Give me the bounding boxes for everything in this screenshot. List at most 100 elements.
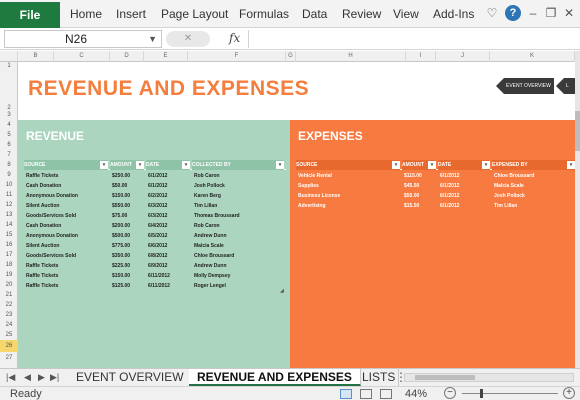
insert-function-button[interactable]: fx <box>229 31 240 45</box>
tab-data[interactable]: Data <box>302 7 327 21</box>
chevron-down-icon[interactable]: ▼ <box>148 31 157 47</box>
table-cell[interactable]: 6/1/2012 <box>148 171 167 181</box>
prev-sheet-icon[interactable]: ◀ <box>24 372 31 383</box>
row-header[interactable]: 9 <box>0 170 18 180</box>
restore-window-icon[interactable]: ❐ <box>543 5 559 21</box>
table-cell[interactable]: Roger Lengel <box>194 281 226 291</box>
table-cell[interactable]: Anonymous Donation <box>26 231 78 241</box>
filter-dropdown-icon[interactable]: ▾ <box>276 161 284 169</box>
header-amount[interactable]: AMOUNT ▾ <box>110 160 144 170</box>
table-cell[interactable]: $200.00 <box>112 221 130 231</box>
worksheet[interactable]: REVENUE AND EXPENSES EVENT OVERVIEW L RE… <box>18 62 575 368</box>
header-date[interactable]: DATE ▾ <box>438 160 490 170</box>
tab-view[interactable]: View <box>393 7 419 21</box>
table-cell[interactable]: $75.00 <box>112 211 127 221</box>
file-tab[interactable]: File <box>0 2 60 28</box>
table-cell[interactable]: Silent Auction <box>26 201 59 211</box>
header-expensed-by[interactable]: EXPENSED BY ▾ <box>492 160 575 170</box>
page-layout-view-icon[interactable] <box>360 389 372 399</box>
column-header[interactable]: J <box>436 51 490 62</box>
row-header[interactable]: 10 <box>0 180 18 190</box>
table-cell[interactable]: Andrew Dunn <box>194 231 227 241</box>
table-cell[interactable]: $150.00 <box>112 191 130 201</box>
table-cell[interactable]: Goods/Services Sold <box>26 211 76 221</box>
table-cell[interactable]: Raffle Tickets <box>26 271 58 281</box>
zoom-level[interactable]: 44% <box>405 388 427 400</box>
row-header[interactable]: 23 <box>0 310 18 320</box>
page-break-view-icon[interactable] <box>380 389 392 399</box>
vertical-scrollbar[interactable] <box>575 51 580 368</box>
tab-home[interactable]: Home <box>70 7 102 21</box>
table-cell[interactable]: Goods/Services Sold <box>26 251 76 261</box>
table-cell[interactable]: 6/8/2012 <box>148 251 167 261</box>
row-header[interactable]: 21 <box>0 290 18 300</box>
table-cell[interactable]: Anonymous Donation <box>26 191 78 201</box>
column-header[interactable]: K <box>490 51 575 62</box>
help-icon[interactable]: ? <box>505 5 521 21</box>
table-cell[interactable]: Chloe Broussard <box>194 251 234 261</box>
table-cell[interactable]: $50.00 <box>404 191 419 201</box>
table-cell[interactable]: 6/4/2012 <box>148 221 167 231</box>
table-cell[interactable]: Josh Pollock <box>194 181 225 191</box>
sheet-tab-event-overview[interactable]: EVENT OVERVIEW <box>68 369 193 386</box>
last-sheet-icon[interactable]: ▶| <box>50 372 59 383</box>
column-header[interactable]: D <box>110 51 144 62</box>
filter-dropdown-icon[interactable]: ▾ <box>567 161 575 169</box>
table-cell[interactable]: $45.50 <box>404 181 419 191</box>
filter-dropdown-icon[interactable]: ▾ <box>100 161 108 169</box>
tab-add-ins[interactable]: Add-Ins <box>433 7 474 21</box>
vertical-scroll-thumb[interactable] <box>575 111 580 151</box>
formula-input[interactable] <box>248 30 574 48</box>
table-cell[interactable]: 6/2/2012 <box>148 191 167 201</box>
row-header[interactable]: 27 <box>0 352 18 364</box>
table-cell[interactable]: Raffle Tickets <box>26 171 58 181</box>
row-header[interactable]: 14 <box>0 220 18 230</box>
tab-formulas[interactable]: Formulas <box>239 7 289 21</box>
table-cell[interactable]: 6/1/2012 <box>440 181 459 191</box>
row-header[interactable]: 12 <box>0 200 18 210</box>
table-cell[interactable]: 6/6/2012 <box>148 241 167 251</box>
table-cell[interactable]: Malcia Scale <box>194 241 224 251</box>
table-cell[interactable]: Silent Auction <box>26 241 59 251</box>
table-cell[interactable]: Tim Lillan <box>194 201 217 211</box>
table-cell[interactable]: $15.50 <box>404 201 419 211</box>
table-cell[interactable]: Supplies <box>298 181 319 191</box>
horizontal-scroll-thumb[interactable] <box>415 375 475 380</box>
table-cell[interactable]: Malcia Scale <box>494 181 524 191</box>
row-header[interactable]: 18 <box>0 260 18 270</box>
row-header[interactable]: 13 <box>0 210 18 220</box>
table-cell[interactable]: 6/3/2012 <box>148 201 167 211</box>
horizontal-scrollbar[interactable] <box>404 373 574 382</box>
table-cell[interactable]: $225.00 <box>112 261 130 271</box>
table-cell[interactable]: Tim Lillan <box>494 201 517 211</box>
table-cell[interactable]: Raffle Tickets <box>26 261 58 271</box>
filter-dropdown-icon[interactable]: ▾ <box>428 161 436 169</box>
row-header[interactable]: 22 <box>0 300 18 310</box>
row-header[interactable]: 25 <box>0 330 18 340</box>
table-cell[interactable]: Andrew Dunn <box>194 261 227 271</box>
select-all-corner[interactable] <box>0 51 18 62</box>
table-cell[interactable]: 6/1/2012 <box>440 201 459 211</box>
row-header[interactable]: 15 <box>0 230 18 240</box>
table-cell[interactable]: $250.00 <box>112 171 130 181</box>
table-cell[interactable]: $350.00 <box>112 251 130 261</box>
table-cell[interactable]: Chloe Broussard <box>494 171 534 181</box>
minimize-window-icon[interactable]: – <box>525 5 541 21</box>
row-header[interactable]: 19 <box>0 270 18 280</box>
table-cell[interactable]: Cash Donation <box>26 221 61 231</box>
table-cell[interactable]: Raffle Tickets <box>26 281 58 291</box>
header-date[interactable]: DATE ▾ <box>146 160 190 170</box>
table-cell[interactable]: Business License <box>298 191 340 201</box>
column-header[interactable]: F <box>188 51 286 62</box>
table-cell[interactable]: Cash Donation <box>26 181 61 191</box>
table-cell[interactable]: $500.00 <box>112 231 130 241</box>
header-source[interactable]: SOURCE ▾ <box>24 160 108 170</box>
row-header[interactable]: 3 <box>0 110 18 120</box>
table-cell[interactable]: $775.00 <box>112 241 130 251</box>
close-window-icon[interactable]: ✕ <box>561 5 577 21</box>
column-header[interactable]: B <box>18 51 54 62</box>
collapse-ribbon-icon[interactable]: ♡ <box>484 5 500 21</box>
row-header[interactable]: 16 <box>0 240 18 250</box>
filter-dropdown-icon[interactable]: ▾ <box>136 161 144 169</box>
table-cell[interactable]: Vehicle Rental <box>298 171 332 181</box>
